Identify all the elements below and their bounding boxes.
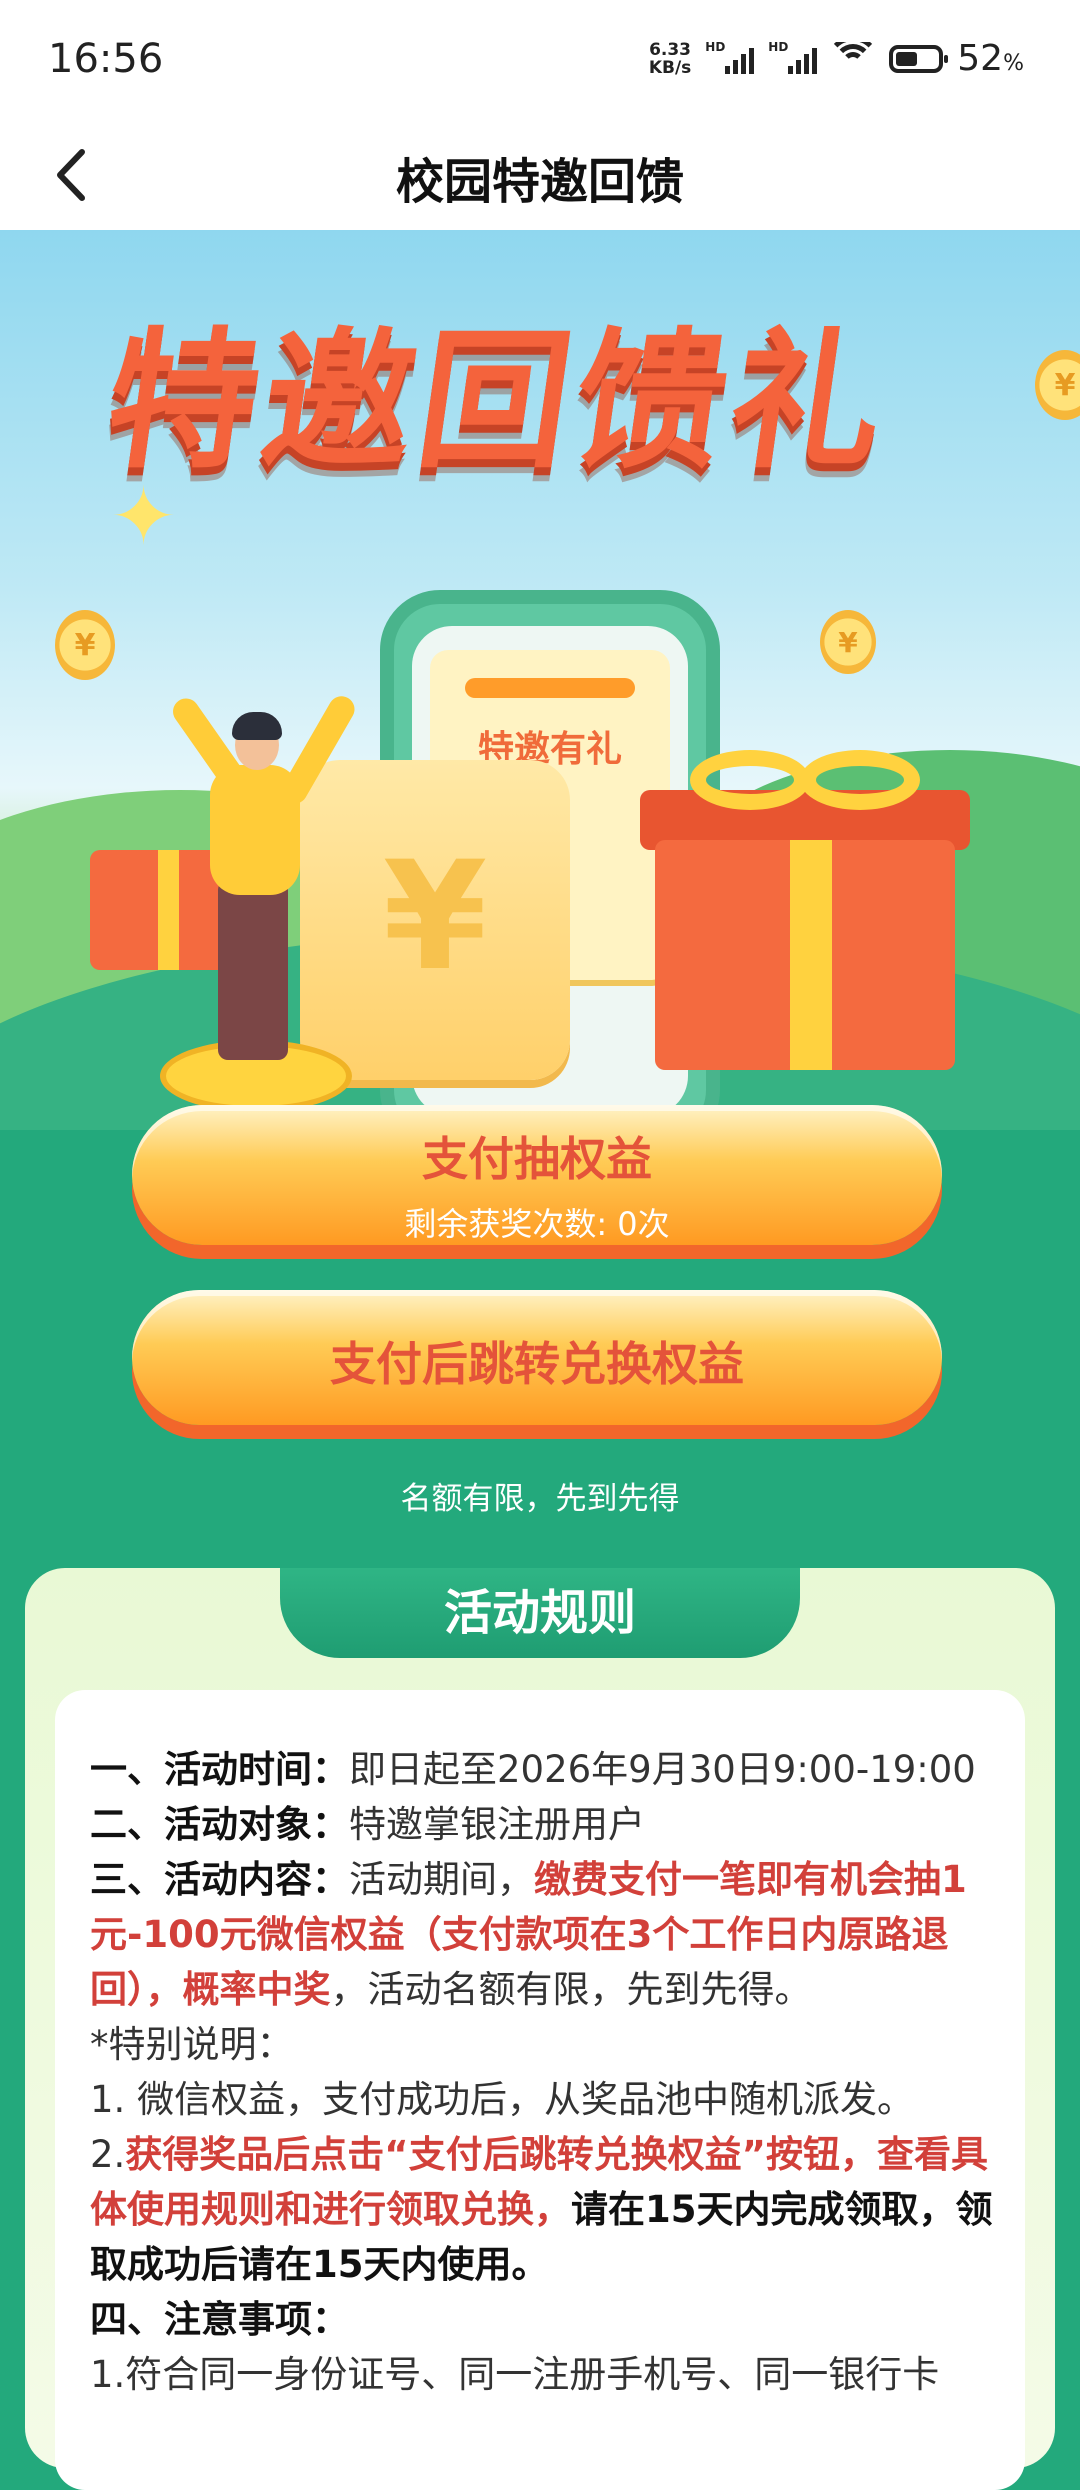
network-speed-unit: KB/s: [648, 57, 692, 78]
gift-box-icon: [655, 840, 955, 1070]
yuan-icon: ¥: [382, 830, 488, 1004]
promo-banner: 特邀回馈礼 ✦ ¥ ¥ ¥ 特邀有礼 ¥: [0, 230, 1080, 1130]
rules-text: 一、活动时间：即日起至2026年9月30日9:00-19:00 二、活动对象：特…: [90, 1742, 995, 2402]
special-note-1: 1. 微信权益，支付成功后，从奖品池中随机派发。: [90, 2078, 915, 2121]
nav-bar: 校园特邀回馈: [0, 120, 1080, 230]
rule-content: 三、活动内容：活动期间，缴费支付一笔即有机会抽1元-100元微信权益（支付款项在…: [90, 1858, 967, 2011]
pay-draw-benefit-button[interactable]: 支付抽权益 剩余获奖次数: 0次: [132, 1105, 942, 1245]
signal-hd-label: HD: [768, 39, 789, 54]
status-bar: 16:56 6.33 KB/s HD HD 52%: [0, 0, 1080, 120]
signal-icon: HD: [768, 40, 818, 74]
coin-icon: ¥: [820, 610, 876, 674]
network-speed-value: 6.33: [649, 39, 692, 60]
network-speed: 6.33 KB/s: [649, 41, 691, 77]
special-note-2: 2.获得奖品后点击“支付后跳转兑换权益”按钮，查看具体使用规则和进行领取兑换，请…: [90, 2133, 993, 2286]
special-note-label: *特别说明：: [90, 2023, 294, 2066]
status-icons: 6.33 KB/s HD HD 52%: [649, 38, 1024, 79]
gift-bow: [800, 750, 920, 810]
rule-notice-label: 四、注意事项：: [90, 2298, 349, 2341]
pay-draw-benefit-label: 支付抽权益: [422, 1132, 652, 1186]
coin-icon: ¥: [1035, 350, 1080, 420]
sparkle-icon: ✦: [110, 470, 178, 563]
banner-headline: 特邀回馈礼: [95, 315, 901, 489]
rule-target: 二、活动对象：特邀掌银注册用户: [90, 1803, 645, 1846]
rules-title: 活动规则: [280, 1568, 800, 1658]
battery-icon: [889, 44, 949, 73]
signal-icon: HD: [705, 40, 755, 74]
redeem-benefit-button[interactable]: 支付后跳转兑换权益: [132, 1290, 942, 1425]
limited-quota-note: 名额有限，先到先得: [400, 1481, 680, 1517]
battery-level: [896, 51, 918, 66]
redeem-benefit-label: 支付后跳转兑换权益: [330, 1337, 744, 1391]
rule-notice-1: 1.符合同一身份证号、同一注册手机号、同一银行卡: [90, 2353, 940, 2396]
battery-percent: 52%: [957, 38, 1024, 79]
wifi-icon: [831, 42, 875, 76]
gift-bow: [690, 750, 810, 810]
page-title: 校园特邀回馈: [395, 154, 684, 210]
status-time: 16:56: [48, 36, 164, 82]
signal-hd-label: HD: [705, 39, 726, 54]
rule-time: 一、活动时间：即日起至2026年9月30日9:00-19:00: [90, 1748, 976, 1791]
scroll-illustration: ¥: [300, 760, 570, 1080]
coin-icon: ¥: [55, 610, 115, 680]
remaining-draws-text: 剩余获奖次数: 0次: [404, 1205, 670, 1243]
